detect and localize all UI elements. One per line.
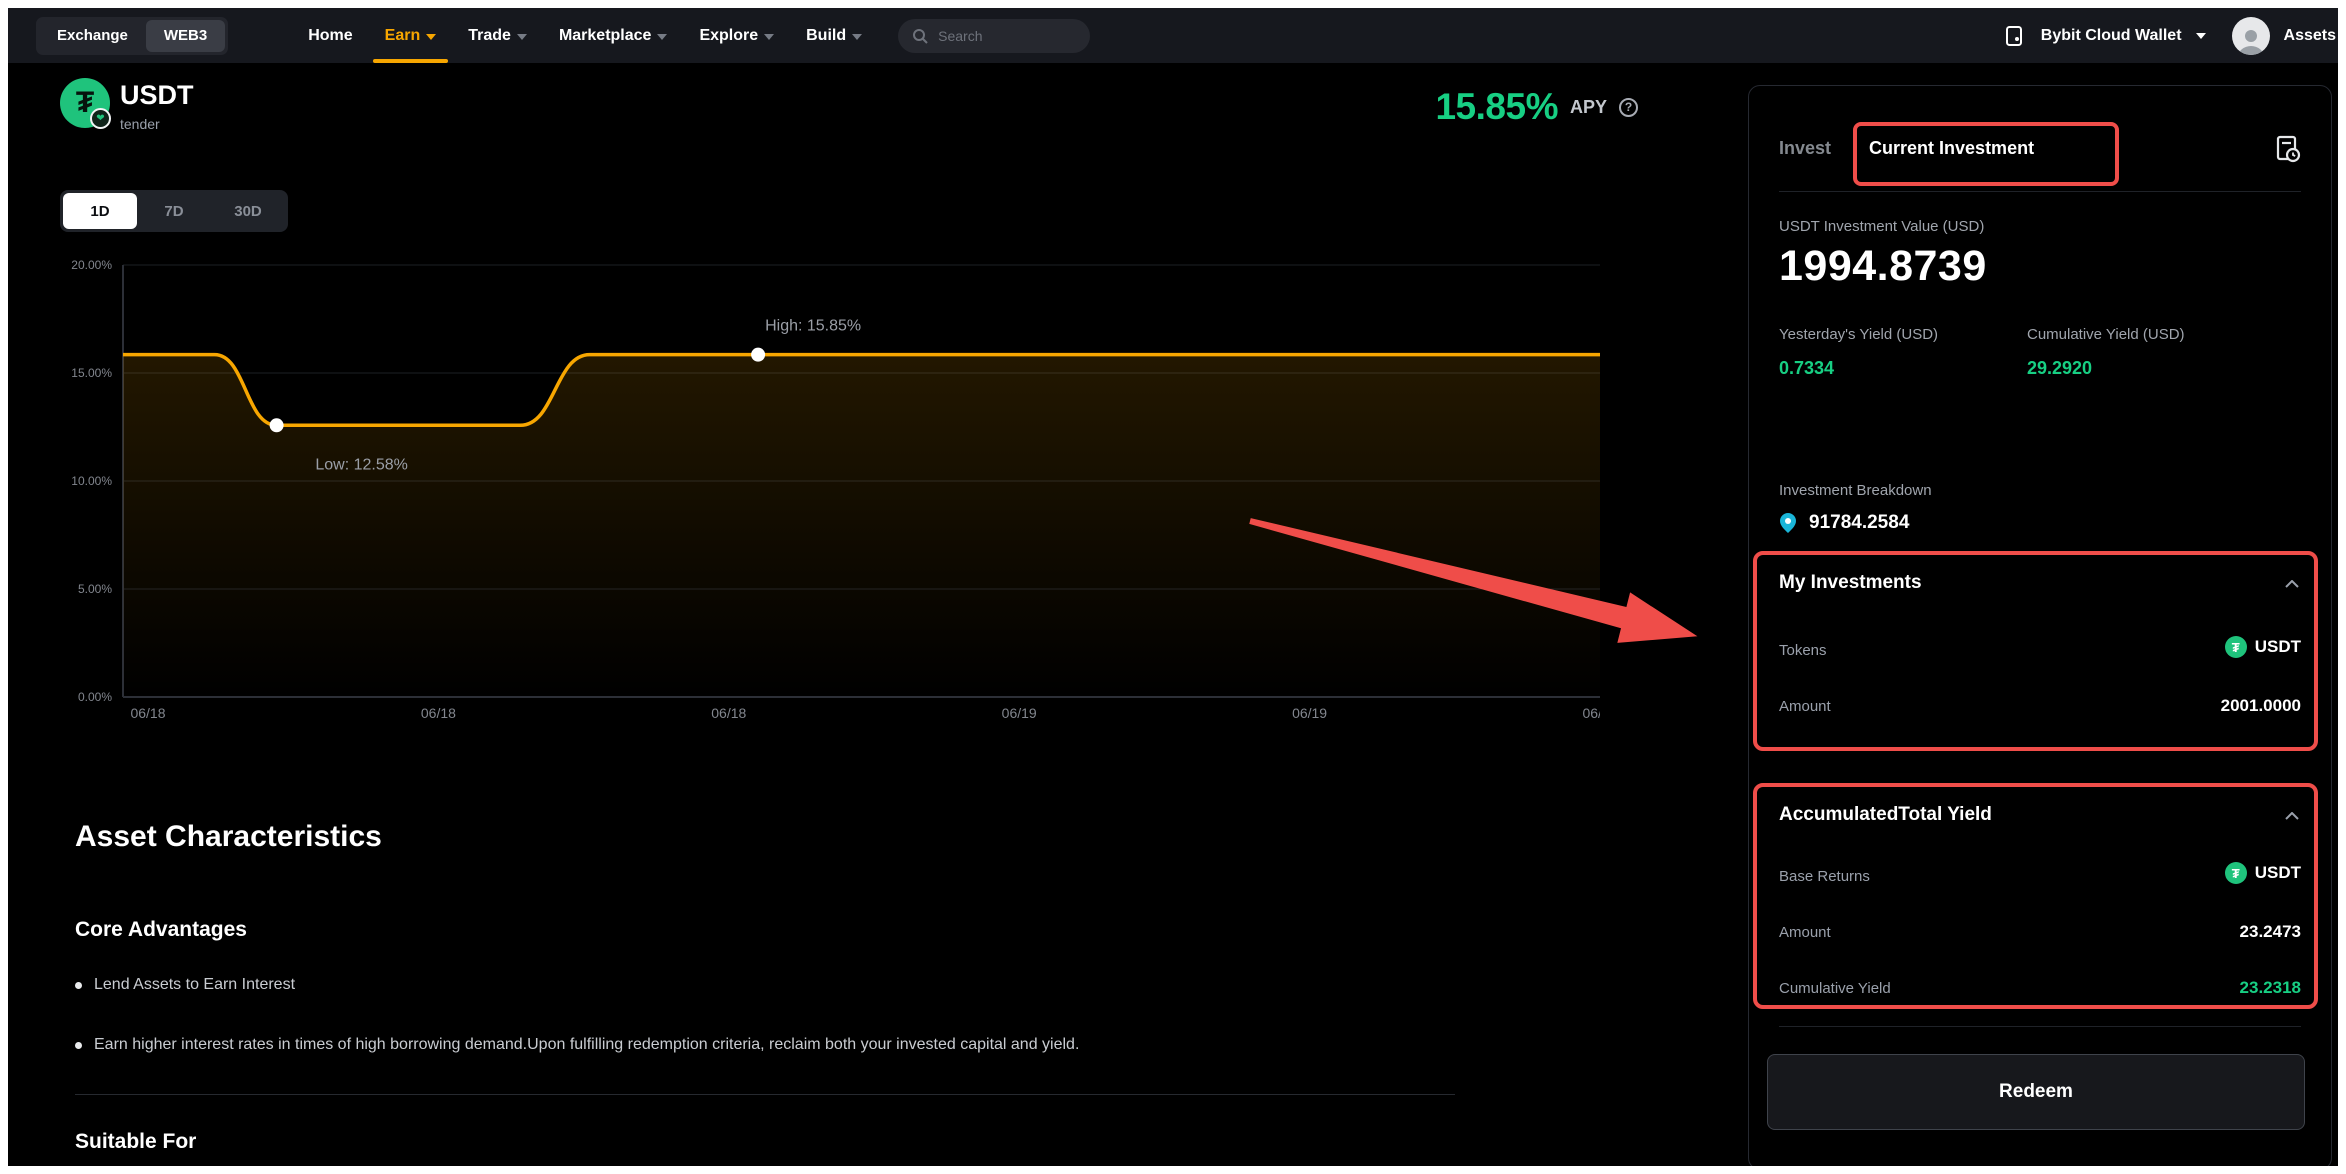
- nav-item-home[interactable]: Home: [292, 8, 368, 63]
- advantage-bullet: Lend Assets to Earn Interest: [75, 976, 1455, 994]
- apy-block: 15.85% APY ?: [1338, 86, 1638, 128]
- amount-value: 23.2473: [2240, 922, 2301, 942]
- divider: [75, 1094, 1455, 1095]
- nav-item-earn[interactable]: Earn: [369, 8, 453, 63]
- tab-30d[interactable]: 30D: [211, 193, 285, 229]
- avatar[interactable]: [2232, 17, 2270, 55]
- range-tab-group: 1D 7D 30D: [60, 190, 288, 232]
- chevron-down-icon: [426, 34, 436, 40]
- chevron-up-icon[interactable]: [2285, 580, 2299, 588]
- investment-breakdown-value: 91784.2584: [1809, 512, 1909, 534]
- wallet-icon: [2003, 24, 2027, 48]
- nav-item-build[interactable]: Build: [790, 8, 878, 63]
- svg-text:Low: 12.58%: Low: 12.58%: [315, 456, 408, 473]
- app-window: Exchange WEB3 Home Earn Trade Marketplac…: [8, 8, 2338, 1166]
- svg-text:06/18: 06/18: [421, 705, 456, 721]
- tokens-label: Tokens: [1779, 642, 1827, 659]
- svg-text:06/19: 06/19: [1582, 705, 1600, 721]
- tether-icon: ₮: [2225, 862, 2247, 884]
- help-icon[interactable]: ?: [1619, 98, 1638, 117]
- panel-tabs: Invest Current Investment: [1779, 138, 2034, 159]
- divider: [1779, 1026, 2301, 1027]
- tokens-value: ₮ USDT: [2225, 636, 2301, 658]
- tab-invest[interactable]: Invest: [1779, 138, 1831, 159]
- chevron-down-icon[interactable]: [2196, 33, 2206, 39]
- nav-right-cluster: Bybit Cloud Wallet Assets: [2003, 8, 2338, 63]
- subsection-title-suitable-for: Suitable For: [75, 1130, 196, 1154]
- svg-text:06/18: 06/18: [130, 705, 165, 721]
- my-investments-header[interactable]: My Investments: [1779, 572, 1922, 594]
- token-symbol: USDT: [120, 80, 194, 111]
- divider: [1779, 191, 2301, 192]
- nav-item-trade[interactable]: Trade: [452, 8, 543, 63]
- chevron-up-icon[interactable]: [2285, 812, 2299, 820]
- base-returns-value: ₮ USDT: [2225, 862, 2301, 884]
- base-returns-label: Base Returns: [1779, 868, 1870, 885]
- chevron-down-icon: [764, 34, 774, 40]
- protocol-pin-icon: [1779, 512, 1797, 534]
- tab-1d[interactable]: 1D: [63, 193, 137, 229]
- token-logo: ₮ ❤: [60, 78, 110, 128]
- cumulative-yield-label: Cumulative Yield (USD): [2027, 326, 2185, 343]
- yesterday-yield-label: Yesterday's Yield (USD): [1779, 326, 1938, 343]
- apy-line-chart[interactable]: 20.00% 15.00% 10.00% 5.00% 0.00% High: 15.85%…: [60, 252, 1600, 726]
- redeem-button[interactable]: Redeem: [1767, 1054, 2305, 1130]
- top-nav: Exchange WEB3 Home Earn Trade Marketplac…: [8, 8, 2338, 63]
- cumulative-yield-value: 29.2920: [2027, 358, 2092, 379]
- subsection-title-core-advantages: Core Advantages: [75, 918, 247, 942]
- tab-current-investment[interactable]: Current Investment: [1869, 138, 2034, 159]
- svg-text:5.00%: 5.00%: [78, 582, 112, 596]
- svg-text:06/19: 06/19: [1002, 705, 1037, 721]
- investment-breakdown-row: 91784.2584: [1779, 512, 1909, 534]
- cumulative-yield-row-label: Cumulative Yield: [1779, 980, 1891, 997]
- chevron-down-icon: [852, 34, 862, 40]
- protocol-badge-icon: ❤: [90, 108, 111, 129]
- accumulated-yield-header[interactable]: AccumulatedTotal Yield: [1779, 804, 1992, 826]
- bullet-icon: [75, 982, 82, 989]
- chevron-down-icon: [657, 34, 667, 40]
- svg-text:15.00%: 15.00%: [71, 366, 112, 380]
- exchange-web3-toggle: Exchange WEB3: [36, 17, 228, 55]
- search-input[interactable]: Search: [898, 19, 1090, 53]
- advantage-bullet: Earn higher interest rates in times of h…: [75, 1036, 1455, 1054]
- history-record-icon[interactable]: [2273, 134, 2303, 164]
- amount-value: 2001.0000: [2221, 696, 2301, 716]
- toggle-exchange[interactable]: Exchange: [39, 20, 146, 52]
- svg-text:20.00%: 20.00%: [71, 258, 112, 272]
- tab-7d[interactable]: 7D: [137, 193, 211, 229]
- nav-items: Home Earn Trade Marketplace Explore Buil…: [292, 8, 878, 63]
- svg-text:High: 15.85%: High: 15.85%: [765, 318, 861, 335]
- yesterday-yield-value: 0.7334: [1779, 358, 1834, 379]
- chevron-down-icon: [517, 34, 527, 40]
- svg-text:0.00%: 0.00%: [78, 690, 112, 704]
- apy-value: 15.85%: [1435, 86, 1558, 128]
- nav-item-marketplace[interactable]: Marketplace: [543, 8, 684, 63]
- investment-value: 1994.8739: [1779, 242, 1987, 291]
- investment-panel: Invest Current Investment USDT Investmen…: [1748, 85, 2332, 1166]
- nav-item-assets[interactable]: Assets: [2284, 27, 2336, 45]
- svg-text:10.00%: 10.00%: [71, 474, 112, 488]
- cumulative-yield-row-value: 23.2318: [2240, 978, 2301, 998]
- toggle-web3[interactable]: WEB3: [146, 20, 225, 52]
- user-icon: [2236, 27, 2266, 55]
- section-title-asset-characteristics: Asset Characteristics: [75, 820, 382, 854]
- search-placeholder: Search: [938, 28, 982, 44]
- tether-icon: ₮: [2225, 636, 2247, 658]
- investment-value-label: USDT Investment Value (USD): [1779, 218, 1984, 235]
- amount-label: Amount: [1779, 924, 1831, 941]
- amount-label: Amount: [1779, 698, 1831, 715]
- investment-breakdown-label: Investment Breakdown: [1779, 482, 1932, 499]
- apy-label: APY: [1570, 97, 1607, 118]
- svg-text:06/18: 06/18: [711, 705, 746, 721]
- token-protocol: tender: [120, 116, 160, 132]
- search-icon: [912, 28, 928, 44]
- nav-item-explore[interactable]: Explore: [683, 8, 790, 63]
- wallet-selector[interactable]: Bybit Cloud Wallet: [2041, 27, 2182, 45]
- bullet-icon: [75, 1042, 82, 1049]
- svg-text:06/19: 06/19: [1292, 705, 1327, 721]
